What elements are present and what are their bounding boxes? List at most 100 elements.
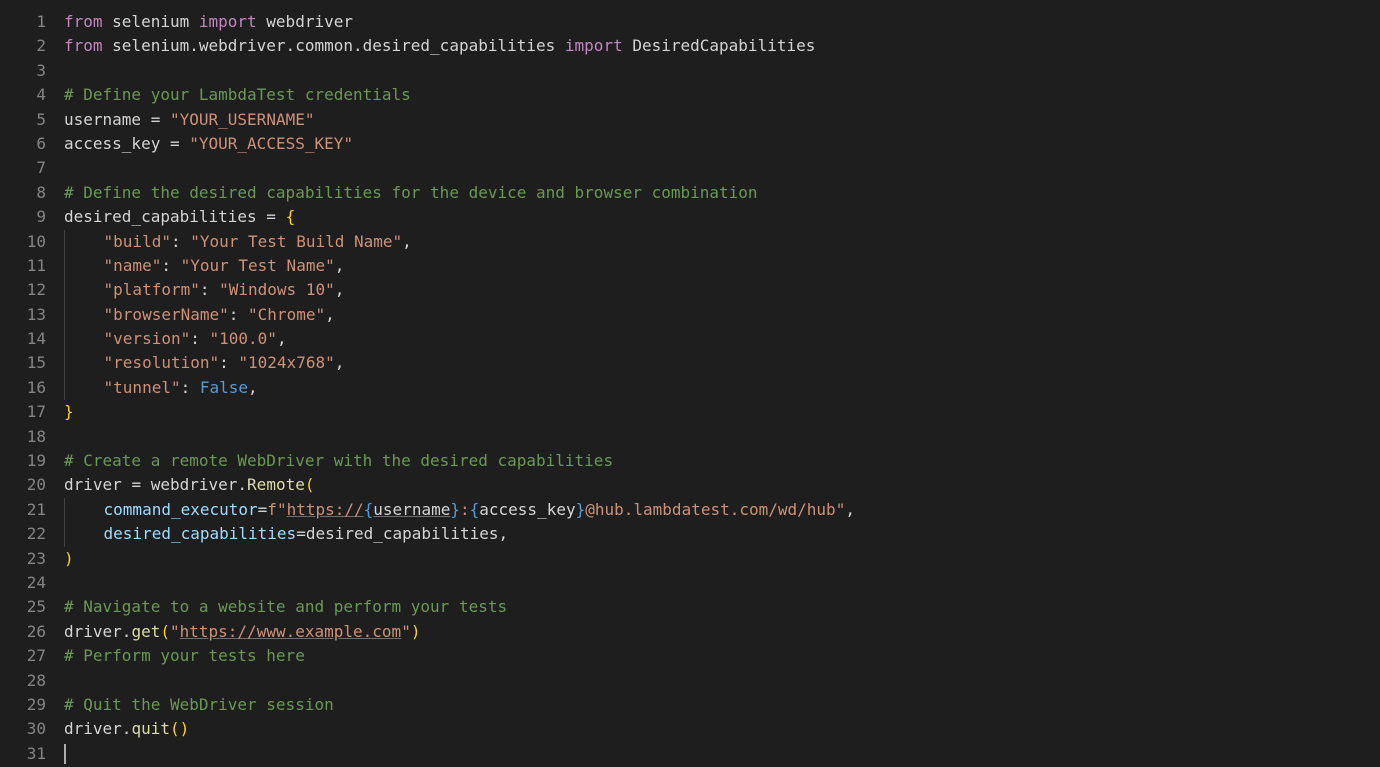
code-token: : [181,378,200,397]
code-line[interactable]: driver = webdriver.Remote( [64,473,1380,497]
code-line[interactable]: "resolution": "1024x768", [64,351,1380,375]
code-token: access_key [64,134,170,153]
code-token: , [325,305,335,324]
code-token: from [64,12,103,31]
line-number: 6 [0,132,46,156]
code-token: selenium [103,12,199,31]
code-line[interactable]: "version": "100.0", [64,327,1380,351]
code-token: desired_capabilities [64,207,266,226]
code-line[interactable] [64,156,1380,180]
code-line[interactable]: access_key = "YOUR_ACCESS_KEY" [64,132,1380,156]
code-line[interactable]: driver.get("https://www.example.com") [64,620,1380,644]
code-token: : [219,353,238,372]
code-token: ( [160,622,170,641]
code-line[interactable]: desired_capabilities=desired_capabilitie… [64,522,1380,546]
code-token [64,522,104,546]
code-line[interactable]: # Define your LambdaTest credentials [64,83,1380,107]
code-line[interactable]: } [64,400,1380,424]
line-number: 13 [0,303,46,327]
code-area[interactable]: from selenium import webdriverfrom selen… [64,10,1380,767]
line-number: 7 [0,156,46,180]
code-line[interactable]: from selenium import webdriver [64,10,1380,34]
code-token [64,327,104,351]
code-line[interactable]: # Navigate to a website and perform your… [64,595,1380,619]
code-token: ( [305,475,315,494]
code-line[interactable]: "browserName": "Chrome", [64,303,1380,327]
code-token: Remote [247,475,305,494]
code-token: # Define the desired capabilities for th… [64,183,758,202]
code-line[interactable]: ) [64,547,1380,571]
code-line[interactable]: # Perform your tests here [64,644,1380,668]
code-line[interactable]: "platform": "Windows 10", [64,278,1380,302]
code-line[interactable] [64,571,1380,595]
code-line[interactable]: "tunnel": False, [64,376,1380,400]
code-token: driver [64,475,131,494]
code-token: "YOUR_USERNAME" [170,110,315,129]
line-number: 17 [0,400,46,424]
code-token: import [565,36,623,55]
code-token [64,498,104,522]
code-token: desired_capabilities [104,524,297,543]
code-token: "platform" [104,280,200,299]
code-line[interactable] [64,669,1380,693]
code-line[interactable] [64,425,1380,449]
code-token: False [200,378,248,397]
code-token: https://www.example.com [180,622,402,641]
code-token: " [277,500,287,519]
code-line[interactable]: driver.quit() [64,717,1380,741]
line-number: 15 [0,351,46,375]
code-line[interactable] [64,59,1380,83]
code-line[interactable]: # Define the desired capabilities for th… [64,181,1380,205]
code-token: selenium.webdriver.common.desired_capabi… [103,36,565,55]
line-number: 29 [0,693,46,717]
code-token: quit [131,719,170,738]
line-number: 2 [0,34,46,58]
code-token: driver. [64,622,131,641]
code-token: = [258,500,268,519]
line-number: 12 [0,278,46,302]
code-line[interactable]: # Create a remote WebDriver with the des… [64,449,1380,473]
code-token: f [267,500,277,519]
code-line[interactable]: username = "YOUR_USERNAME" [64,108,1380,132]
line-number: 16 [0,376,46,400]
code-editor[interactable]: 1234567891011121314151617181920212223242… [0,0,1380,767]
code-token: @hub.lambdatest.com/wd/hub [585,500,835,519]
code-token: { [286,207,296,226]
code-token: , [498,524,508,543]
code-line[interactable] [64,742,1380,766]
code-token: # Perform your tests here [64,646,305,665]
code-token: , [402,232,412,251]
code-token: ) [411,622,421,641]
text-cursor [64,744,66,764]
code-token: = [170,134,180,153]
code-line[interactable]: # Quit the WebDriver session [64,693,1380,717]
code-token: " [401,622,411,641]
line-number: 28 [0,669,46,693]
code-token: webdriver. [141,475,247,494]
code-token: command_executor [104,500,258,519]
code-line[interactable]: "build": "Your Test Build Name", [64,230,1380,254]
code-token [64,278,104,302]
code-token: } [576,500,586,519]
code-token [64,351,104,375]
code-token: : [229,305,248,324]
line-number: 5 [0,108,46,132]
code-line[interactable]: command_executor=f"https://{username}:{a… [64,498,1380,522]
line-number: 3 [0,59,46,83]
code-token: "Chrome" [248,305,325,324]
code-token: desired_capabilities [306,524,499,543]
code-line[interactable]: desired_capabilities = { [64,205,1380,229]
code-token: "resolution" [104,353,220,372]
code-token: get [131,622,160,641]
code-token: , [335,256,345,275]
code-token [64,376,104,400]
line-number: 9 [0,205,46,229]
code-token: } [450,500,460,519]
code-line[interactable]: from selenium.webdriver.common.desired_c… [64,34,1380,58]
code-line[interactable]: "name": "Your Test Name", [64,254,1380,278]
code-token [64,254,104,278]
code-token: : [161,256,180,275]
code-token: = [151,110,161,129]
code-token: = [131,475,141,494]
line-number: 24 [0,571,46,595]
